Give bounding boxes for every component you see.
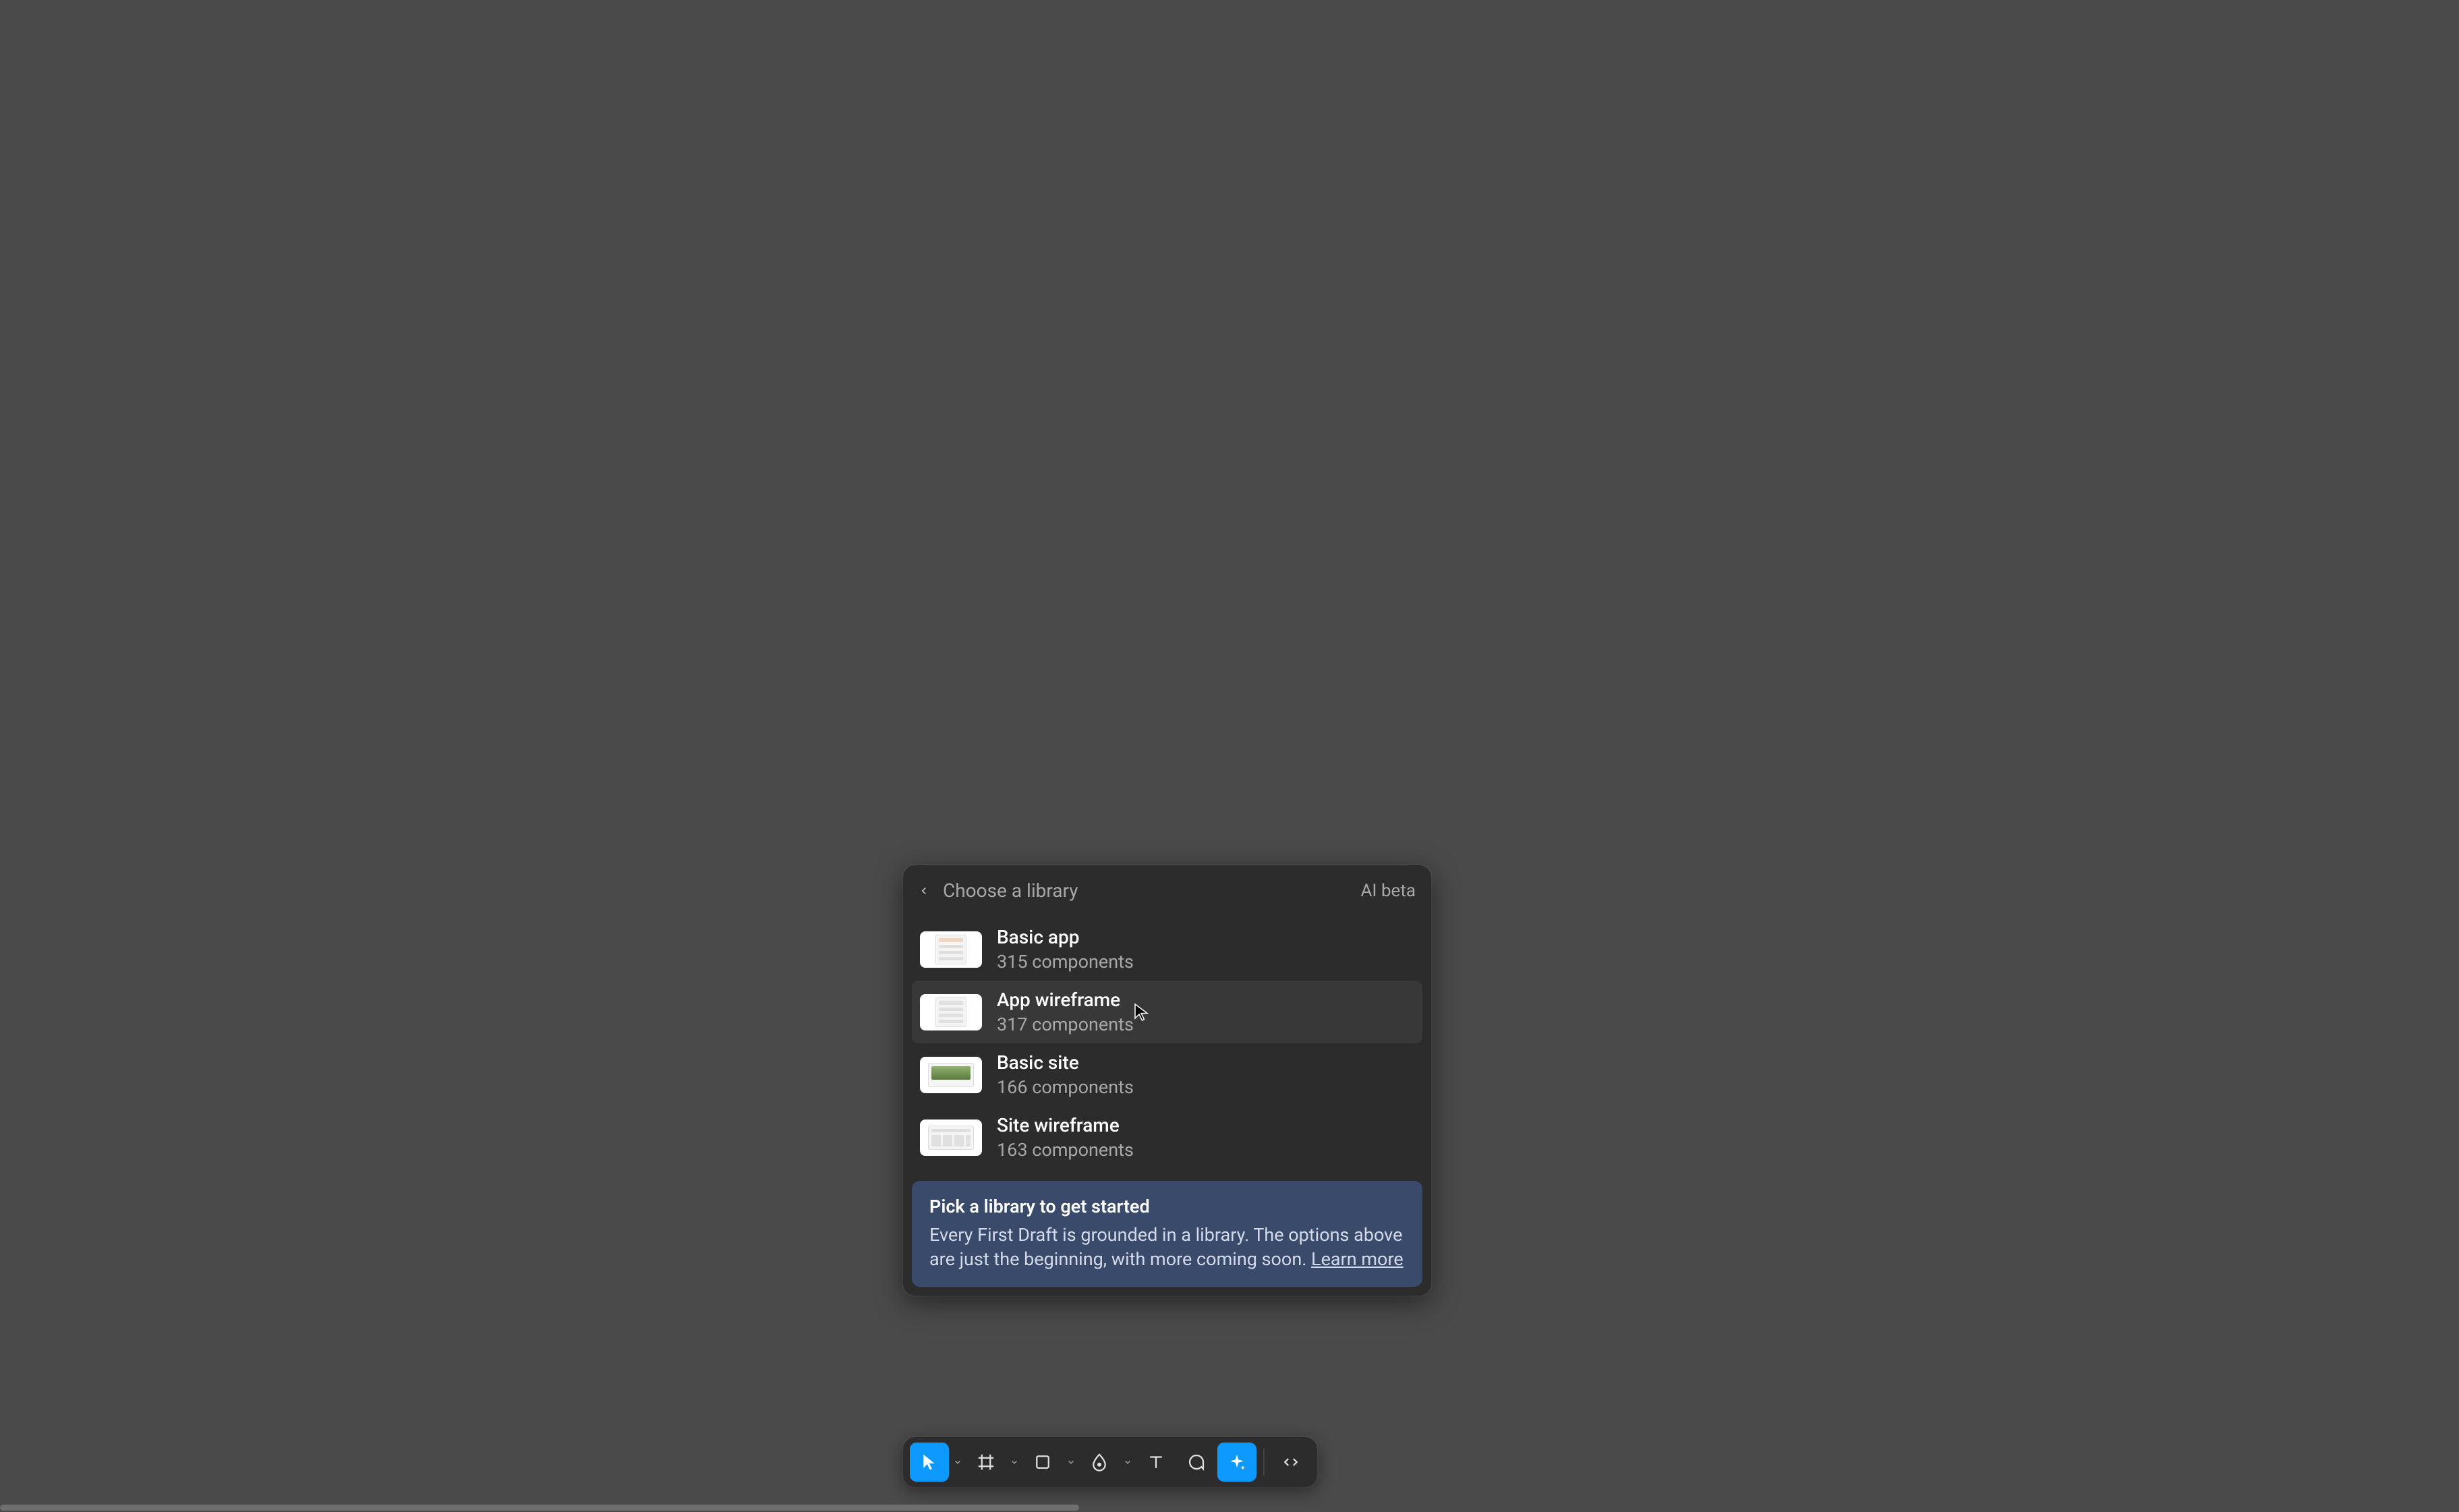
comment-icon: [1186, 1452, 1207, 1472]
ai-beta-label: AI beta: [1360, 881, 1416, 901]
text-icon: [1146, 1452, 1166, 1472]
chevron-left-icon: [918, 885, 930, 897]
text-tool[interactable]: [1136, 1443, 1176, 1482]
library-list: Basic app 315 components App wireframe 317 …: [912, 918, 1422, 1169]
library-thumbnail: [920, 994, 982, 1030]
dialog-title: Choose a library: [943, 879, 1078, 902]
library-name: Site wireframe: [997, 1114, 1134, 1136]
frame-tool-caret[interactable]: [1007, 1443, 1022, 1482]
chevron-down-icon: [1066, 1457, 1076, 1467]
library-subtitle: 317 components: [997, 1014, 1134, 1035]
library-item[interactable]: Basic site166 components: [912, 1043, 1422, 1106]
shape-tool[interactable]: [1023, 1443, 1062, 1482]
library-text: App wireframe 317 components: [997, 989, 1134, 1035]
library-name: Basic app: [997, 926, 1134, 948]
dialog-header: Choose a library AI beta: [912, 874, 1422, 907]
code-icon: [1281, 1452, 1301, 1472]
toolbar-divider: [1263, 1449, 1265, 1476]
info-callout: Pick a library to get started Every Firs…: [912, 1181, 1422, 1287]
frame-icon: [976, 1452, 996, 1472]
chevron-down-icon: [1123, 1457, 1132, 1467]
learn-more-link[interactable]: Learn more: [1311, 1248, 1404, 1270]
library-thumbnail: [920, 931, 982, 968]
pen-tool[interactable]: [1080, 1443, 1119, 1482]
comment-tool[interactable]: [1177, 1443, 1216, 1482]
library-subtitle: 166 components: [997, 1076, 1134, 1098]
move-tool[interactable]: [910, 1443, 949, 1482]
library-thumbnail: [920, 1120, 982, 1156]
dev-mode[interactable]: [1271, 1443, 1310, 1482]
horizontal-scrollbar[interactable]: [0, 1505, 1079, 1511]
info-body: Every First Draft is grounded in a libra…: [929, 1223, 1405, 1272]
back-button[interactable]: [915, 881, 933, 900]
pen-tool-caret[interactable]: [1120, 1443, 1135, 1482]
actions-tool[interactable]: [1217, 1443, 1256, 1482]
library-subtitle: 315 components: [997, 951, 1134, 972]
cursor-icon: [919, 1452, 939, 1472]
info-title: Pick a library to get started: [929, 1196, 1405, 1217]
library-name: App wireframe: [997, 989, 1134, 1011]
library-text: Basic app 315 components: [997, 926, 1134, 972]
chevron-down-icon: [953, 1457, 962, 1467]
library-item[interactable]: App wireframe 317 components: [912, 981, 1422, 1043]
library-text: Site wireframe 163 components: [997, 1114, 1134, 1161]
library-text: Basic site166 components: [997, 1051, 1134, 1098]
library-item[interactable]: Basic app 315 components: [912, 918, 1422, 981]
bottom-toolbar: [903, 1437, 1317, 1487]
move-tool-caret[interactable]: [950, 1443, 965, 1482]
shape-tool-caret[interactable]: [1064, 1443, 1078, 1482]
sparkle-icon: [1227, 1452, 1247, 1472]
frame-tool[interactable]: [966, 1443, 1006, 1482]
chevron-down-icon: [1010, 1457, 1019, 1467]
library-subtitle: 163 components: [997, 1139, 1134, 1161]
dialog-header-left: Choose a library: [915, 879, 1078, 902]
library-item[interactable]: Site wireframe 163 components: [912, 1106, 1422, 1169]
rect-icon: [1033, 1452, 1053, 1472]
pen-icon: [1089, 1452, 1109, 1472]
library-thumbnail: [920, 1057, 982, 1093]
library-name: Basic site: [997, 1051, 1134, 1074]
choose-library-dialog: Choose a library AI beta Basic app 315 co…: [903, 865, 1431, 1296]
